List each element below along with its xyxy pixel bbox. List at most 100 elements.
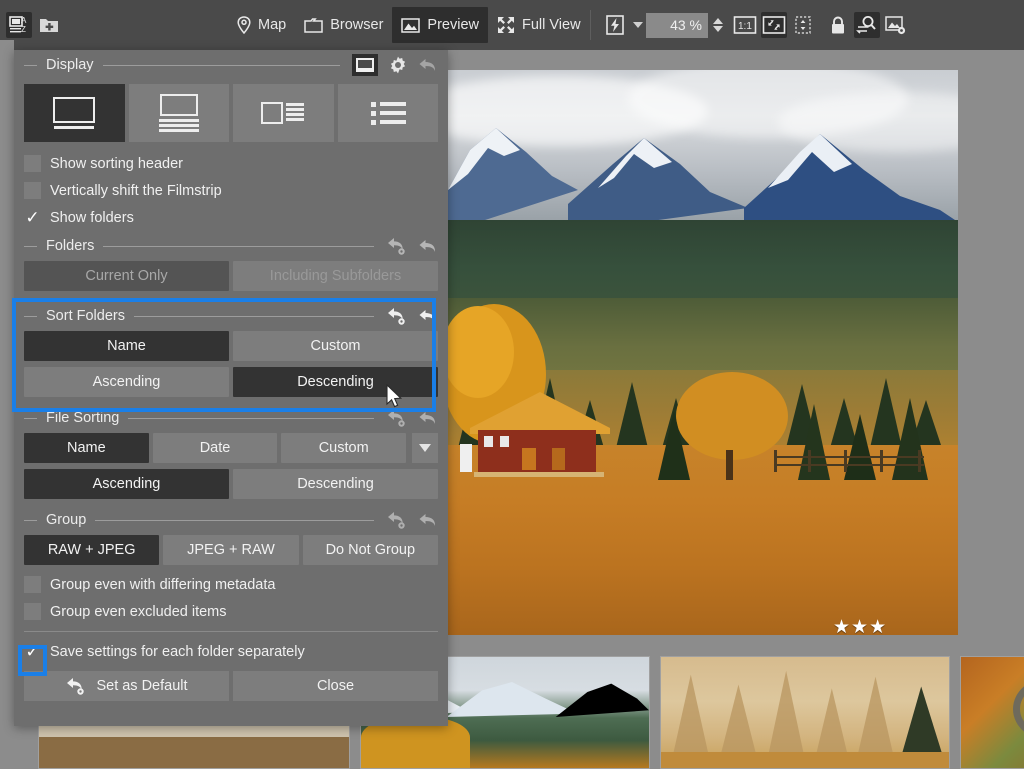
zoom-stepper[interactable]: [713, 18, 723, 32]
close-button[interactable]: Close: [233, 671, 438, 701]
svg-text:Z: Z: [21, 25, 26, 34]
checkbox-box[interactable]: [24, 603, 41, 620]
section-header-group: Group: [14, 505, 448, 535]
checkbox-box[interactable]: [24, 155, 41, 172]
photo-fence: [768, 448, 958, 474]
section-rule: [134, 316, 374, 317]
toolbar-item-browser-label: Browser: [330, 17, 383, 33]
folders-including-subfolders-button[interactable]: Including Subfolders: [233, 261, 438, 291]
checkbox-show-sorting-header[interactable]: Show sorting header: [14, 150, 448, 177]
zoom-actual-size-button[interactable]: 1:1: [732, 12, 758, 38]
reset-default-icon[interactable]: [386, 306, 408, 326]
checkbox-group-excluded-items[interactable]: Group even excluded items: [14, 598, 448, 625]
chevron-down-icon[interactable]: [412, 433, 438, 463]
checkbox-group-differing-metadata[interactable]: Group even with differing metadata: [14, 571, 448, 598]
layout-single-view-button[interactable]: [24, 84, 125, 142]
display-layout-buttons: [14, 80, 448, 150]
toolbar-item-browser[interactable]: Browser: [295, 7, 392, 43]
lock-icon[interactable]: [825, 12, 851, 38]
reset-default-icon[interactable]: [386, 408, 408, 428]
folder-icon: [304, 17, 323, 34]
file-sorting-header-icons: [374, 408, 438, 428]
checkbox-vertically-shift-filmstrip[interactable]: Vertically shift the Filmstrip: [14, 177, 448, 204]
sort-folders-header-icons: [374, 306, 438, 326]
reset-default-icon[interactable]: [386, 236, 408, 256]
section-header-display: Display: [14, 50, 448, 80]
set-as-default-button[interactable]: Set as Default: [24, 671, 229, 701]
section-rule: [103, 246, 374, 247]
compare-zoom-icon[interactable]: [854, 12, 880, 38]
image-settings-icon[interactable]: [883, 12, 909, 38]
group-raw-jpeg-button[interactable]: RAW + JPEG: [24, 535, 159, 565]
sort-folders-criteria-buttons: Name Custom: [14, 331, 448, 367]
add-folder-icon[interactable]: [36, 12, 62, 38]
image-icon: [401, 17, 420, 34]
checkbox-box[interactable]: [24, 209, 41, 226]
checkbox-box[interactable]: [24, 576, 41, 593]
toolbar-item-fullview[interactable]: Full View: [488, 7, 590, 43]
file-sorting-custom-button[interactable]: Custom: [281, 433, 406, 463]
toolbar-item-fullview-label: Full View: [522, 17, 581, 33]
top-toolbar: A Z Map: [0, 0, 1024, 50]
undo-icon[interactable]: [418, 237, 438, 255]
section-dash: [24, 418, 37, 419]
toolbar-item-map-label: Map: [258, 17, 286, 33]
panel-footer-buttons: Set as Default Close: [14, 665, 448, 711]
toolbar-item-preview[interactable]: Preview: [392, 7, 488, 43]
application-window: A Z Map: [0, 0, 1024, 769]
file-sorting-order-buttons: Ascending Descending: [14, 469, 448, 505]
layout-filmstrip-view-button[interactable]: [129, 84, 230, 142]
sort-folders-ascending-button[interactable]: Ascending: [24, 367, 229, 397]
sort-az-icon[interactable]: A Z: [6, 12, 32, 38]
section-header-file-sorting: File Sorting: [14, 403, 448, 433]
undo-icon: [418, 56, 438, 74]
thumbnail-foggy-forest[interactable]: [660, 656, 950, 769]
zoom-increase-icon[interactable]: [713, 18, 723, 24]
zoom-input[interactable]: 43 %: [646, 13, 708, 38]
group-do-not-group-button[interactable]: Do Not Group: [303, 535, 438, 565]
section-title-display: Display: [37, 57, 103, 73]
checkbox-box[interactable]: [24, 182, 41, 199]
gear-icon[interactable]: [388, 55, 408, 75]
lightning-icon[interactable]: [602, 12, 628, 38]
section-title-group: Group: [37, 512, 95, 528]
file-sorting-name-button[interactable]: Name: [24, 433, 149, 463]
file-sorting-criteria-buttons: Name Date Custom: [14, 433, 448, 469]
display-settings-panel: Display: [14, 50, 448, 726]
undo-icon[interactable]: [418, 307, 438, 325]
checkbox-box[interactable]: [24, 643, 41, 660]
fit-screen-icon[interactable]: [761, 12, 787, 38]
set-as-default-label: Set as Default: [96, 678, 187, 694]
toolbar-item-map[interactable]: Map: [228, 7, 295, 43]
checkbox-label: Show sorting header: [50, 156, 183, 172]
fit-height-icon[interactable]: [790, 12, 816, 38]
section-dash: [24, 316, 37, 317]
checkbox-show-folders[interactable]: Show folders: [14, 204, 448, 231]
rating-stars[interactable]: ★★★: [833, 616, 887, 639]
file-sorting-descending-button[interactable]: Descending: [233, 469, 438, 499]
quick-develop-dropdown-icon[interactable]: [633, 22, 643, 28]
section-title-sort-folders: Sort Folders: [37, 308, 134, 324]
sort-folders-descending-button[interactable]: Descending: [233, 367, 438, 397]
folders-current-only-button[interactable]: Current Only: [24, 261, 229, 291]
layout-side-list-view-button[interactable]: [233, 84, 334, 142]
toolbar-divider: [590, 10, 591, 40]
undo-icon[interactable]: [418, 511, 438, 529]
toolbar-item-preview-label: Preview: [427, 17, 479, 33]
zoom-decrease-icon[interactable]: [713, 26, 723, 32]
main-preview-image[interactable]: [448, 70, 958, 635]
sort-folders-custom-button[interactable]: Custom: [233, 331, 438, 361]
file-sorting-date-button[interactable]: Date: [153, 433, 278, 463]
toolbar-left-group: A Z: [0, 12, 62, 38]
monitor-icon[interactable]: [352, 54, 378, 76]
sort-folders-name-button[interactable]: Name: [24, 331, 229, 361]
layout-list-view-button[interactable]: [338, 84, 439, 142]
checkbox-save-settings-per-folder[interactable]: Save settings for each folder separately: [14, 634, 448, 665]
thumbnail-aerial-road[interactable]: [960, 656, 1024, 769]
file-sorting-ascending-button[interactable]: Ascending: [24, 469, 229, 499]
section-title-file-sorting: File Sorting: [37, 410, 128, 426]
group-jpeg-raw-button[interactable]: JPEG + RAW: [163, 535, 298, 565]
section-dash: [24, 65, 37, 66]
reset-default-icon[interactable]: [386, 510, 408, 530]
undo-icon[interactable]: [418, 409, 438, 427]
